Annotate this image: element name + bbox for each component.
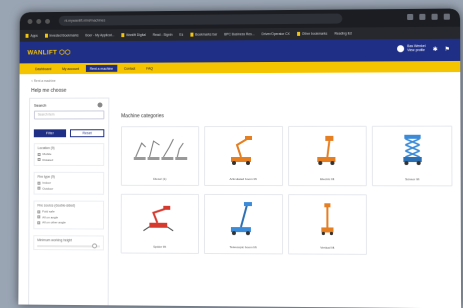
filter-group: Location (9) Mobile Rotated [34, 143, 105, 166]
checkbox[interactable] [37, 187, 40, 190]
spider-lift-red-icon [140, 201, 180, 233]
back-icon[interactable] [28, 19, 33, 24]
category-card[interactable]: Diesel (1) [121, 126, 199, 186]
folder-icon [121, 33, 124, 37]
vertical-mast-orange-icon [312, 201, 342, 235]
category-label: Scissor lift [405, 177, 419, 181]
filter-group: Fire source (double-sided) Fold safe All… [33, 201, 104, 230]
bookmark-item[interactable]: Wanlift Digital [121, 33, 146, 37]
nav-faq[interactable]: FAQ [142, 65, 157, 72]
filter-sidebar: Search Search item Filter Reset Location… [28, 98, 109, 306]
info-icon[interactable] [98, 103, 103, 108]
folder-icon [26, 34, 29, 38]
nav-rent-a-machine[interactable]: Rent a machine [86, 65, 117, 72]
filter-group-title[interactable]: Location (9) [38, 146, 101, 150]
bookmark-item[interactable]: Other bookmarks [297, 32, 327, 36]
bookmark-item[interactable]: Driver/Operator CX [262, 32, 290, 36]
folder-icon [297, 32, 300, 36]
search-input[interactable]: Search item [34, 110, 104, 119]
bookmark-item[interactable]: Read - Signin [153, 33, 173, 37]
filter-panel-title: Help me choose [31, 88, 66, 94]
bookmark-item[interactable]: BPC Business Res... [224, 32, 255, 36]
address-bar[interactable]: nl.mywanlift.nl/nl/machines [59, 14, 343, 26]
filter-button[interactable]: Filter [34, 129, 66, 137]
bookmark-item[interactable]: Apps [26, 34, 38, 38]
checkbox[interactable] [38, 158, 41, 161]
category-card[interactable]: Scissor lift [372, 126, 452, 187]
telescopic-boom-blue-icon [223, 201, 263, 235]
filter-group: Fire type (9) Indoor Outdoor [34, 172, 105, 195]
settings-icon[interactable]: ✱ [433, 47, 438, 53]
boom-lift-orange-icon [307, 133, 347, 165]
account-menu[interactable]: Bas Wenkel View profile [397, 44, 426, 53]
categories-title: Machine categories [121, 113, 164, 119]
main-content: < Rent a machine Help me choose Search S… [18, 72, 461, 308]
browser-window: nl.mywanlift.nl/nl/machines Apps Investe… [18, 9, 461, 308]
filter-option[interactable]: Fold safe [37, 209, 100, 213]
folder-icon [45, 34, 48, 38]
browser-actions [407, 14, 450, 20]
category-label: Vertical lift [320, 246, 334, 250]
filter-option[interactable]: Indoor [37, 181, 100, 185]
bookmark-item[interactable]: Boor - My Applicat... [85, 33, 114, 37]
category-label: Diesel (1) [153, 177, 166, 181]
site-header: WANLIFT ⬡⬡ Bas Wenkel View profile ✱ ⚑ [20, 39, 461, 64]
category-card[interactable]: Articulated boom lift [204, 126, 283, 186]
checkbox[interactable] [37, 221, 40, 224]
reset-button[interactable]: Reset [70, 129, 104, 137]
checkbox[interactable] [38, 153, 41, 156]
filter-option[interactable]: Mobile [38, 152, 101, 156]
filter-option[interactable]: All on other angle [37, 220, 100, 224]
profile-icon[interactable] [432, 14, 438, 20]
category-label: Telescopic boom lift [230, 245, 257, 249]
wanlift-logo[interactable]: WANLIFT ⬡⬡ [27, 48, 70, 56]
folder-icon [190, 33, 193, 37]
slider-handle[interactable] [92, 243, 97, 248]
bookmark-item[interactable]: Reading list [334, 31, 351, 35]
user-icon [397, 45, 404, 52]
filter-option[interactable]: All on angle [37, 215, 100, 219]
filter-option[interactable]: Outdoor [37, 186, 100, 190]
filter-group-title[interactable]: Fire type (9) [38, 175, 101, 179]
checkbox[interactable] [37, 181, 40, 184]
forward-icon[interactable] [36, 19, 41, 24]
category-label: Spider lift [153, 245, 166, 249]
category-card[interactable]: Electric lift [288, 126, 368, 186]
bookmark-item[interactable]: Es [179, 33, 183, 37]
breadcrumb[interactable]: < Rent a machine [31, 79, 55, 83]
nav-my-account[interactable]: My account [58, 65, 83, 72]
search-label: Search [34, 103, 104, 108]
cart-icon[interactable]: ⚑ [444, 47, 450, 53]
scissor-fleet-icon [130, 133, 189, 163]
checkbox[interactable] [37, 210, 40, 213]
category-grid: Diesel (1) Articulated boom lift Electri… [121, 126, 453, 256]
bookmark-item[interactable]: Invested Bookmarks [45, 33, 79, 37]
account-subtext: View profile [407, 48, 425, 53]
address-text: nl.mywanlift.nl/nl/machines [65, 18, 106, 22]
filter-option[interactable]: Rotated [38, 158, 101, 162]
nav-contact[interactable]: Contact [120, 65, 139, 72]
reload-icon[interactable] [45, 18, 50, 23]
scissor-lift-blue-icon [392, 133, 433, 167]
category-label: Electric lift [320, 177, 334, 181]
extensions-icon[interactable] [419, 14, 425, 20]
articulated-boom-orange-icon [223, 133, 263, 165]
star-icon[interactable] [407, 14, 413, 20]
checkbox[interactable] [37, 215, 40, 218]
category-card[interactable]: Vertical lift [288, 194, 368, 255]
bookmark-item[interactable]: Bookmarks bar [190, 32, 217, 36]
category-card[interactable]: Telescopic boom lift [204, 194, 283, 254]
filter-group-title[interactable]: Fire source (double-sided) [37, 203, 100, 207]
category-label: Articulated boom lift [230, 177, 257, 181]
filter-group-range: Minimum working height [33, 235, 104, 250]
nav-dashboard[interactable]: Dashboard [31, 65, 55, 72]
range-label: Minimum working height [37, 238, 100, 242]
category-card[interactable]: Spider lift [121, 194, 199, 254]
menu-icon[interactable] [444, 14, 450, 20]
height-slider[interactable] [37, 245, 100, 247]
